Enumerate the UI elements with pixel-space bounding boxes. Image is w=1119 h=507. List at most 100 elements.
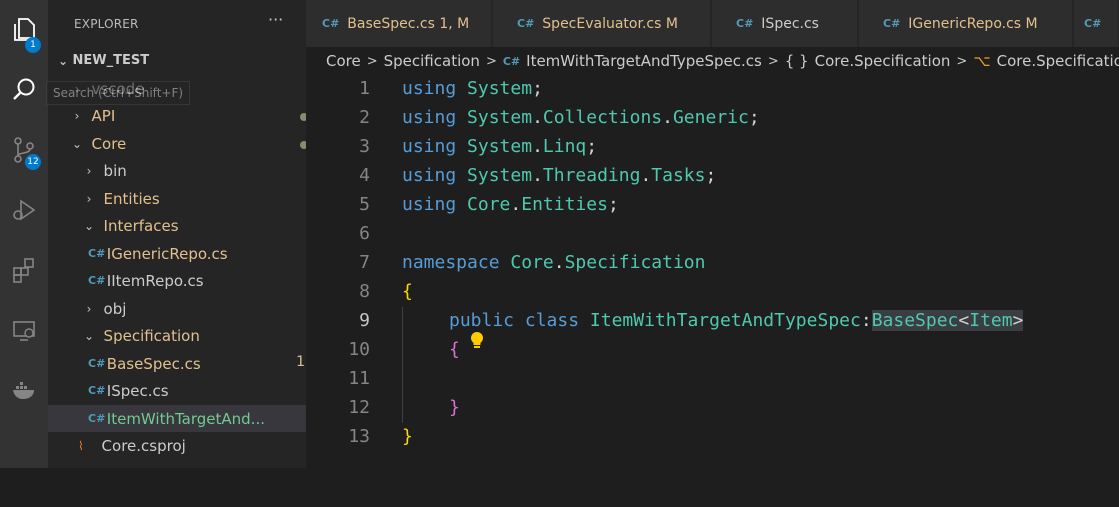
- breadcrumb-file[interactable]: ItemWithTargetAndTypeSpec.cs: [526, 52, 762, 70]
- tree-item-core[interactable]: ⌄ Core: [48, 130, 330, 157]
- csharp-file-icon: C#: [88, 412, 106, 425]
- chevron-down-icon: ⌄: [84, 218, 95, 233]
- line-number: 10: [348, 339, 370, 360]
- tree-item-bin[interactable]: › bin: [48, 157, 342, 184]
- tab-ispec[interactable]: C# ISpec.cs: [712, 0, 858, 47]
- code-line: 3 using System.Linq;: [306, 133, 1119, 162]
- code-line: 13 }: [306, 423, 1119, 452]
- tree-item-entities[interactable]: › Entities: [48, 185, 342, 212]
- line-number: 13: [348, 426, 370, 447]
- search-icon: [10, 76, 38, 108]
- tree-item-ispec[interactable]: C# ISpec.cs: [48, 377, 346, 404]
- open-brace: {: [402, 281, 413, 302]
- breadcrumb-class[interactable]: Core.Specification.Item: [997, 52, 1119, 70]
- namespace-token: Tasks: [651, 165, 706, 186]
- line-number: 4: [359, 165, 370, 186]
- chevron-right-icon: ›: [74, 108, 80, 123]
- line-code: using System.Collections.Generic;: [402, 107, 760, 128]
- line-number: 6: [359, 223, 370, 244]
- csharp-file-icon: C#: [883, 17, 901, 30]
- root-folder-label: NEW_TEST: [72, 53, 150, 68]
- tab-status: M: [665, 15, 678, 32]
- chevron-down-icon: ⌄: [58, 53, 69, 68]
- open-brace: {: [449, 339, 460, 360]
- tree-item-label: IItemRepo.cs: [106, 271, 204, 290]
- search-button[interactable]: [0, 68, 48, 116]
- tree-item-interfaces[interactable]: ⌄ Interfaces: [48, 212, 342, 239]
- line-number: 2: [359, 107, 370, 128]
- namespace-token: System: [467, 107, 533, 128]
- code-line: 9 public class ItemWithTargetAndTypeSpec…: [306, 307, 1119, 348]
- close-brace: }: [449, 397, 460, 418]
- generic-arg: Item: [969, 310, 1013, 331]
- tree-item-api[interactable]: › API: [48, 102, 330, 129]
- project-file-icon: ⌇: [78, 438, 84, 453]
- tree-item-specification[interactable]: ⌄ Specification: [48, 322, 342, 349]
- tree-item-corecsproj[interactable]: ⌇ Core.csproj: [48, 432, 336, 459]
- csharp-file-icon: C#: [517, 17, 535, 30]
- line-code: namespace Core.Specification: [402, 252, 706, 273]
- tab-label: IGenericRepo.cs: [908, 15, 1022, 32]
- more-actions-icon[interactable]: ···: [268, 10, 283, 29]
- tree-item-label: Core: [91, 134, 127, 153]
- explorer-button[interactable]: 1: [0, 8, 48, 56]
- namespace-token: System: [467, 136, 533, 157]
- tree-item-label: Specification: [103, 326, 200, 345]
- csharp-file-icon: C#: [502, 54, 521, 68]
- tree-item-basespec[interactable]: C# BaseSpec.cs 1, M: [48, 350, 346, 377]
- explorer-title: EXPLORER: [74, 17, 139, 31]
- line-number: 11: [348, 368, 370, 389]
- tab-igenericrepo[interactable]: C# IGenericRepo.cs M: [859, 0, 1073, 47]
- line-number: 9: [359, 310, 370, 331]
- chevron-right-icon: >: [956, 53, 968, 69]
- class-icon: ⌥: [973, 52, 991, 70]
- remote-explorer-button[interactable]: [0, 308, 48, 356]
- keyword: namespace: [402, 252, 500, 273]
- code-editor[interactable]: 1 using System; 2 using System.Collectio…: [306, 75, 1119, 468]
- tab-label: ISpec.cs: [761, 15, 819, 32]
- chevron-down-icon: ⌄: [84, 328, 95, 343]
- tree-item-iitemrepo[interactable]: C# IItemRepo.cs: [48, 267, 346, 294]
- run-debug-button[interactable]: [0, 188, 48, 236]
- tab-label: SpecEvaluator.cs: [542, 15, 662, 32]
- keyword: class: [524, 310, 580, 331]
- line-code: using System;: [402, 78, 543, 99]
- namespace-token: Entities: [521, 194, 608, 215]
- tree-item-itemwithtarget[interactable]: C# ItemWithTargetAnd... U: [48, 405, 346, 432]
- tab-specevaluator[interactable]: C# SpecEvaluator.cs M: [493, 0, 711, 47]
- csharp-file-icon: C#: [88, 384, 106, 397]
- tree-item-obj[interactable]: › obj: [48, 295, 342, 322]
- breadcrumb-core[interactable]: Core: [326, 52, 361, 70]
- namespace-token: Generic: [672, 107, 749, 128]
- tab-basespec[interactable]: C# BaseSpec.cs 1, M: [306, 0, 492, 47]
- tree-item-igenericrepo[interactable]: C# IGenericRepo.cs M: [48, 240, 346, 267]
- explorer-badge: 1: [25, 37, 41, 53]
- tree-item-label: Interfaces: [103, 216, 179, 235]
- csharp-file-icon: C#: [88, 357, 106, 370]
- line-code: using Core.Entities;: [402, 194, 619, 215]
- code-line: 11: [306, 365, 1119, 394]
- source-control-button[interactable]: 12: [0, 128, 48, 176]
- root-folder[interactable]: ⌄ NEW_TEST: [48, 47, 316, 74]
- chevron-right-icon: ›: [86, 301, 92, 316]
- code-line: 12 }: [306, 394, 1119, 423]
- breadcrumb-namespace[interactable]: Core.Specification: [815, 52, 951, 70]
- namespace-token: System: [467, 165, 533, 186]
- line-number: 3: [359, 136, 370, 157]
- breadcrumb-specification[interactable]: Specification: [384, 52, 480, 70]
- close-brace: }: [402, 426, 413, 447]
- namespace-token: Specification: [564, 252, 706, 273]
- explorer-sidebar: EXPLORER ··· ⌄ NEW_TEST › vscode › API ⌄…: [48, 0, 346, 468]
- editor-tabs: C# BaseSpec.cs 1, M C# SpecEvaluator.cs …: [306, 0, 1119, 47]
- namespace-token: Linq: [542, 136, 587, 157]
- tree-item-label: BaseSpec.cs: [106, 354, 201, 373]
- tab-overflow[interactable]: C#: [1074, 0, 1119, 47]
- tab-status: 1, M: [439, 15, 470, 32]
- docker-button[interactable]: [0, 368, 48, 416]
- extensions-button[interactable]: [0, 248, 48, 296]
- line-code: using System.Linq;: [402, 136, 598, 157]
- namespace-token: Threading: [542, 165, 641, 186]
- line-number: 5: [359, 194, 370, 215]
- code-line: 7 namespace Core.Specification: [306, 249, 1119, 278]
- keyword: using: [402, 107, 457, 128]
